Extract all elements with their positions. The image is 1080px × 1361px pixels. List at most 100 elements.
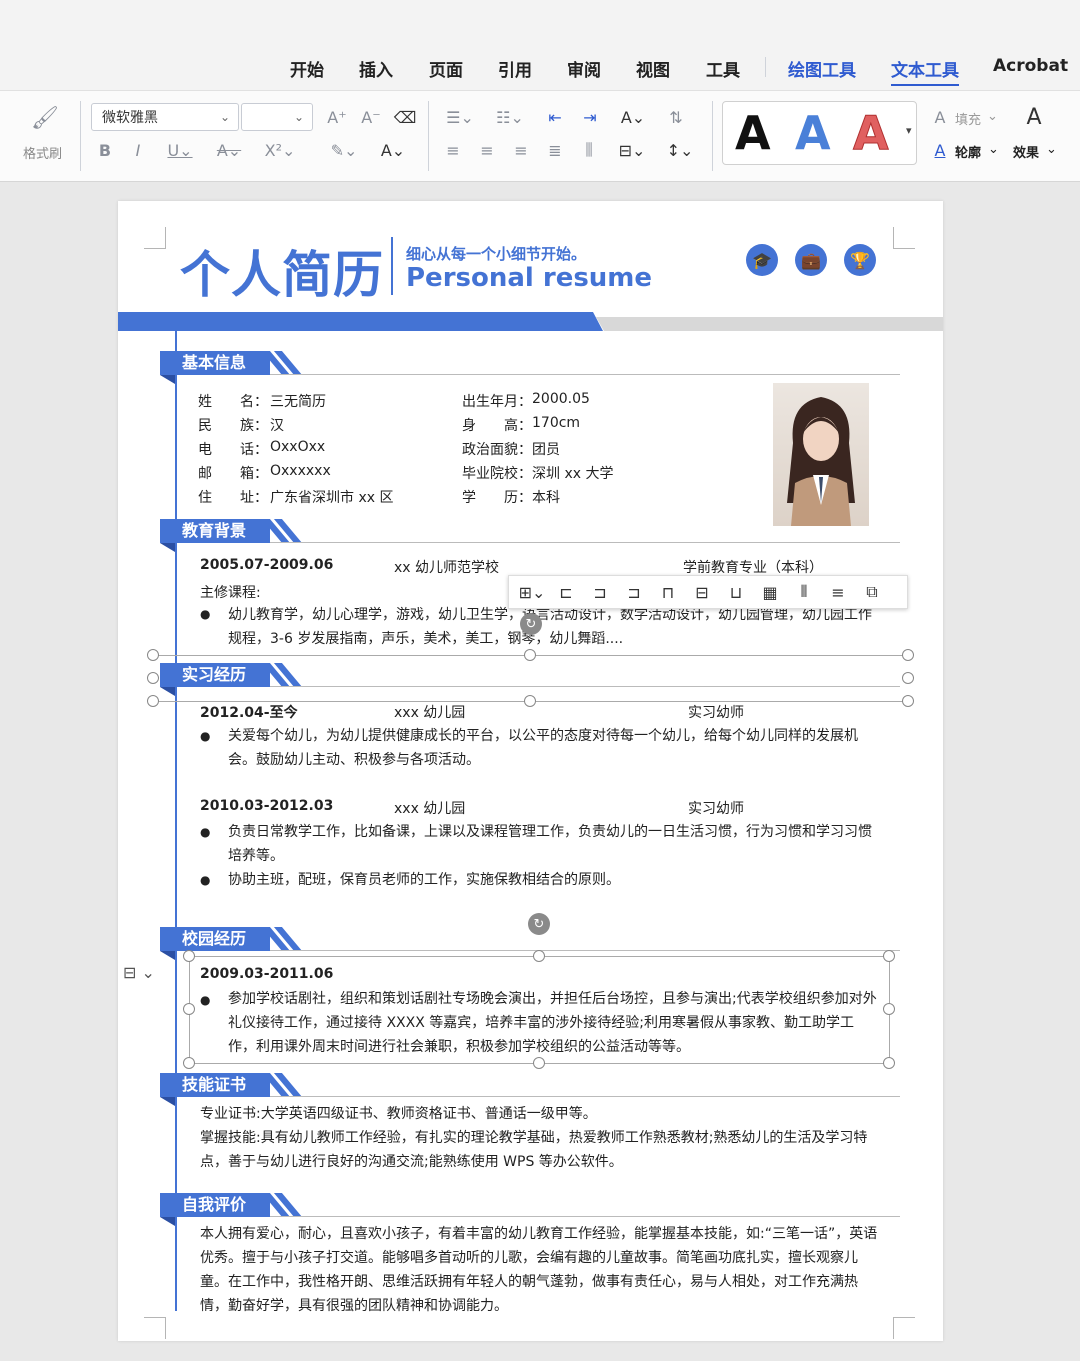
italic-icon[interactable]: I [128,138,148,162]
selection-handle[interactable] [902,695,914,707]
resume-slogan: 细心从每一个小细节开始。 [406,245,587,263]
label-degree: 学 历： [462,490,532,506]
increase-indent-icon[interactable]: ⇥ [578,105,602,129]
increase-font-icon[interactable]: A⁺ [325,105,349,129]
outline-icon[interactable]: A [930,138,950,162]
tab-insert[interactable]: 插入 [359,56,393,81]
style-red[interactable]: A [853,106,890,161]
chevron-down-icon: ⌄ [1046,142,1057,157]
font-name-select[interactable]: 微软雅黑 ⌄ [91,103,239,131]
strikethrough-icon[interactable]: A⌄ [212,138,246,162]
group-icon[interactable]: ⧉ [855,582,889,602]
selection-handle[interactable] [147,649,159,661]
text-style-gallery[interactable]: A A A ▾ [722,101,917,165]
selection-handle[interactable] [883,950,895,962]
tab-acrobat[interactable]: Acrobat [993,56,1068,76]
justify-icon[interactable]: ≣ [544,138,566,162]
selection-handle[interactable] [902,649,914,661]
value-politics: 团员 [532,442,560,458]
intern2-org: xxx 幼儿园 [394,801,466,817]
label-ethnicity: 族： [240,418,268,434]
selection-handle[interactable] [183,1057,195,1069]
profile-photo[interactable] [773,383,869,526]
distribute-h-icon[interactable]: ⫴ [787,582,821,602]
numbered-list-icon[interactable]: ☷⌄ [492,105,528,129]
underline-icon[interactable]: U⌄ [165,138,195,162]
section-title: 基本信息 [160,351,270,375]
font-size-select[interactable]: ⌄ [241,103,313,131]
tab-review[interactable]: 审阅 [567,56,601,81]
fill-label[interactable]: 填充 [955,109,981,128]
decrease-indent-icon[interactable]: ⇤ [543,105,567,129]
style-blue[interactable]: A [795,106,831,160]
selection-handle[interactable] [147,672,159,684]
bullet: ● [200,607,211,621]
layout-option-icon[interactable]: ⊞⌄ [515,583,549,602]
align-middle-icon[interactable]: ⊟ [685,583,719,602]
outline-label[interactable]: 轮廓 [955,142,981,161]
effect-label[interactable]: 效果 [1013,142,1039,161]
tab-reference[interactable]: 引用 [498,56,532,81]
font-color-icon[interactable]: A⌄ [374,138,412,162]
tab-text-tools[interactable]: 文本工具 [891,56,959,86]
value-degree: 本科 [532,490,560,506]
bullet-list-icon[interactable]: ☰⌄ [442,105,478,129]
label-height: 身 高： [462,418,532,434]
tab-page[interactable]: 页面 [429,56,463,81]
line-spacing-icon[interactable]: ↕⌄ [660,138,700,162]
layout-anchor-icon[interactable]: ⊟ ⌄ [123,963,155,982]
intern2-item2: 协助主班，配班，保育员老师的工作，实施保教相结合的原则。 [228,872,620,888]
resume-title: 个人简历 [180,246,384,304]
tab-tools[interactable]: 工具 [706,56,740,81]
intern2-item1: 负责日常教学工作，比如备课，上课以及课程管理工作，负责幼儿的一日生活习惯，行为习… [228,824,872,864]
superscript-icon[interactable]: X²⌄ [262,138,298,162]
gallery-more-icon[interactable]: ▾ [906,124,912,137]
decrease-font-icon[interactable]: A⁻ [359,105,383,129]
campus-period[interactable]: 2009.03-2011.06 [200,966,333,982]
align-right-icon[interactable]: ⊐ [617,583,651,602]
tab-start[interactable]: 开始 [290,56,324,81]
section-title: 实习经历 [160,663,270,687]
highlight-icon[interactable]: ✎⌄ [325,138,363,162]
clear-format-icon[interactable]: ⌫ [393,105,417,129]
font-name-value: 微软雅黑 [102,110,158,126]
selection-handle[interactable] [147,695,159,707]
distribute-icon[interactable]: ▦ [753,583,787,602]
tab-view[interactable]: 视图 [636,56,670,81]
bold-icon[interactable]: B [95,138,115,162]
selection-handle[interactable] [183,950,195,962]
distribute-v-icon[interactable]: ≡ [821,583,855,602]
style-black[interactable]: A [735,106,771,160]
rotate-handle-icon[interactable]: ↻ [528,913,550,935]
align-left-icon[interactable]: ≡ [442,138,464,162]
align-top-icon[interactable]: ⊓ [651,583,685,602]
label-ethnicity: 民 [198,418,212,434]
align-bottom-icon[interactable]: ⊔ [719,583,753,602]
tab-drawing-tools[interactable]: 绘图工具 [788,56,856,81]
fill-icon[interactable]: A [930,105,950,129]
selection-handle[interactable] [902,672,914,684]
format-painter-icon[interactable]: 🖌 [28,103,62,133]
align-center-icon[interactable]: ≡ [476,138,498,162]
selection-handle[interactable] [883,1057,895,1069]
vertical-align-icon[interactable]: ⊟⌄ [612,138,652,162]
selection-handle[interactable] [524,649,536,661]
rotate-handle-icon[interactable]: ↻ [520,613,542,635]
sort-icon[interactable]: ⇅ [664,105,688,129]
selection-handle[interactable] [883,1003,895,1015]
align-left-icon[interactable]: ⊏ [549,583,583,602]
label-phone: 电 [198,442,212,458]
selection-handle[interactable] [533,950,545,962]
ribbon-divider [428,101,429,171]
label-birth: 出生年月： [462,394,532,410]
text-direction-icon[interactable]: A⌄ [613,105,653,129]
selection-handle[interactable] [524,695,536,707]
effect-icon[interactable]: A [1020,103,1048,131]
label-name: 名： [240,394,268,410]
trophy-icon: 🏆 [844,244,876,276]
align-center-icon[interactable]: ⊐ [583,583,617,602]
distribute-icon[interactable]: ⫼ [578,138,600,162]
align-right-icon[interactable]: ≡ [510,138,532,162]
selection-handle[interactable] [183,1003,195,1015]
campus-item[interactable]: 参加学校话剧社，组织和策划话剧社专场晚会演出，并担任后台场控，且参与演出;代表学… [228,987,880,1059]
